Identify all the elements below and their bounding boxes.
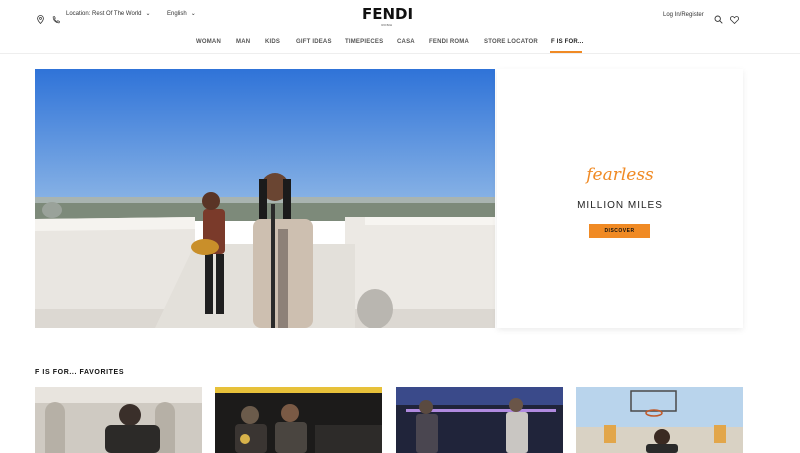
login-link[interactable]: Log In/Register xyxy=(663,12,704,18)
nav-item-store-locator[interactable]: STORE LOCATOR xyxy=(484,39,538,45)
hero-promo-card: fearless MILLION MILES DISCOVER xyxy=(497,69,743,328)
brand-logo[interactable]: FENDI ROMA xyxy=(362,5,414,28)
favorite-card-1[interactable] xyxy=(35,387,202,453)
nav-item-timepieces[interactable]: TIMEPIECES xyxy=(345,39,383,45)
location-label: Location: Rest Of The World xyxy=(66,10,142,17)
hero-title: MILLION MILES xyxy=(577,200,663,211)
chevron-down-icon: ⌄ xyxy=(190,11,196,17)
nav-item-fendi-roma[interactable]: FENDI ROMA xyxy=(429,39,469,45)
language-label: English xyxy=(167,10,187,17)
nav-item-woman[interactable]: WOMAN xyxy=(196,39,221,45)
discover-button[interactable]: DISCOVER xyxy=(589,224,650,238)
nav-item-f-is-for[interactable]: F IS FOR... xyxy=(551,39,584,45)
nav-item-gift-ideas[interactable]: GIFT IDEAS xyxy=(296,39,332,45)
map-pin-icon[interactable] xyxy=(37,11,44,29)
language-selector[interactable]: English ⌄ xyxy=(167,10,196,18)
active-nav-indicator xyxy=(550,51,582,53)
nav-item-kids[interactable]: KIDS xyxy=(265,39,280,45)
top-utility-bar: Location: Rest Of The World ⌄ English ⌄ … xyxy=(0,0,800,32)
favorite-card-2[interactable] xyxy=(215,387,382,453)
main-navigation: WOMAN MAN KIDS GIFT IDEAS TIMEPIECES CAS… xyxy=(0,36,800,54)
favorites-section-title: F IS FOR... FAVORITES xyxy=(35,369,125,376)
nav-item-man[interactable]: MAN xyxy=(236,39,250,45)
phone-icon[interactable] xyxy=(52,11,60,29)
chevron-down-icon: ⌄ xyxy=(145,11,151,17)
hero-image[interactable] xyxy=(35,69,495,328)
location-selector[interactable]: Location: Rest Of The World ⌄ xyxy=(66,10,151,18)
favorite-card-3[interactable] xyxy=(396,387,563,453)
nav-item-casa[interactable]: CASA xyxy=(397,39,415,45)
brand-name: FENDI xyxy=(362,5,414,23)
favorite-card-4[interactable] xyxy=(576,387,743,453)
heart-icon[interactable] xyxy=(729,11,740,29)
hero-tagline: fearless xyxy=(586,165,654,185)
search-icon[interactable] xyxy=(714,11,723,29)
brand-sub: ROMA xyxy=(381,23,393,27)
